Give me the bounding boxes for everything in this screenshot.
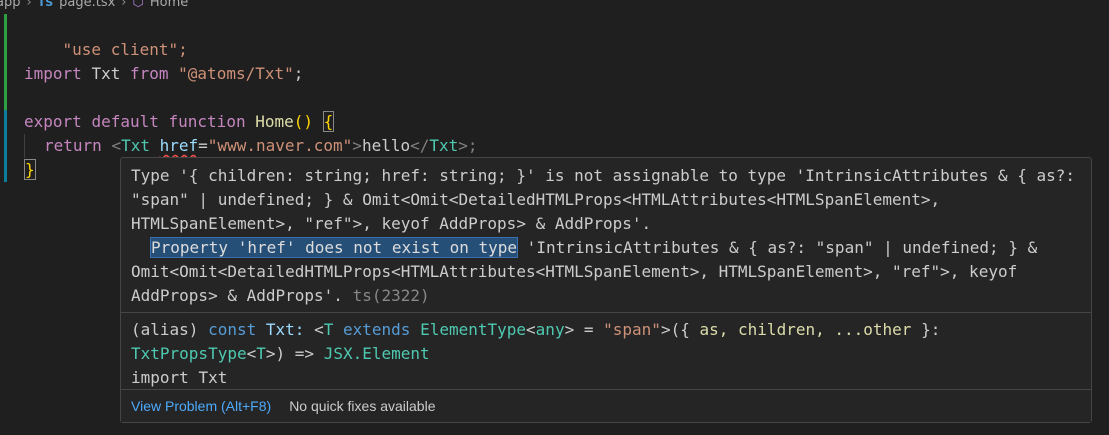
matching-bracket-highlight: } (24, 159, 36, 180)
code-line-5: export default function Home() { (24, 111, 335, 132)
no-quick-fixes-label: No quick fixes available (289, 398, 436, 414)
code-line-3: import Txt from "@atoms/Txt"; (24, 64, 304, 83)
hover-divider (121, 312, 1091, 313)
error-message: Type '{ children: string; href: string; … (131, 166, 1076, 305)
matching-bracket-highlight: { (322, 111, 335, 132)
breadcrumb: app › TS page.tsx › ⬡ Home (0, 0, 188, 12)
error-squiggle: href (159, 136, 199, 155)
code-line-7: } (24, 158, 36, 182)
breadcrumb-symbol[interactable]: Home (150, 0, 188, 10)
breadcrumb-file[interactable]: page.tsx (59, 0, 115, 10)
selected-text: Property 'href' does not exist on type (149, 237, 519, 258)
chevron-right-icon: › (26, 0, 32, 10)
indent-guide (24, 134, 25, 158)
typescript-file-icon: TS (37, 0, 54, 9)
code-line-1: "use client"; (62, 40, 188, 59)
error-code: ts(2322) (352, 286, 430, 305)
gutter-modified-marker[interactable] (4, 110, 7, 182)
hover-tooltip[interactable]: Type '{ children: string; href: string; … (120, 157, 1092, 423)
symbol-function-icon: ⬡ (132, 0, 144, 10)
breadcrumb-app[interactable]: app (0, 0, 20, 10)
code-line-6: return <Txt href="www.naver.com">hello</… (44, 136, 478, 155)
chevron-right-icon: › (121, 0, 127, 10)
type-signature: (alias) const Txt: <T extends ElementTyp… (131, 320, 941, 387)
view-problem-link[interactable]: View Problem (Alt+F8) (131, 398, 271, 414)
hover-status-bar: View Problem (Alt+F8) No quick fixes ava… (121, 389, 1091, 422)
gutter-modified-marker[interactable] (4, 14, 7, 110)
